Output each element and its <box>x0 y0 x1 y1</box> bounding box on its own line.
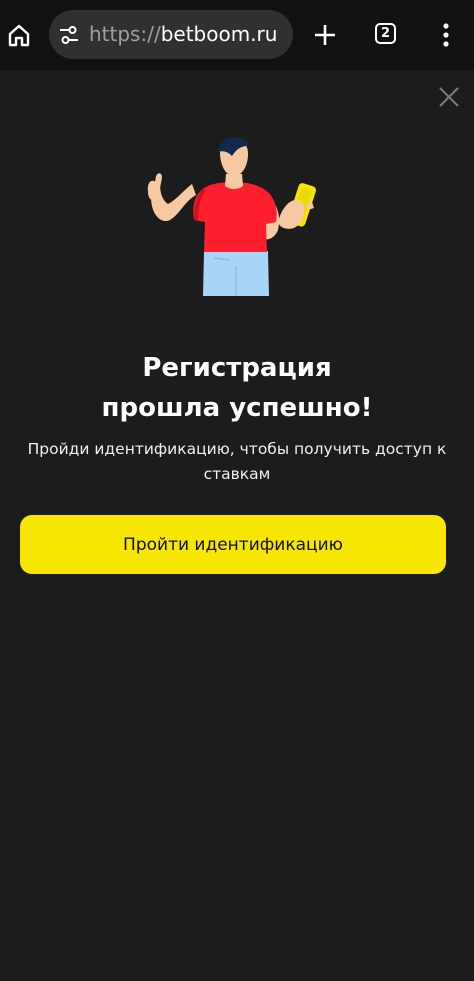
url-host: betboom.ru <box>160 22 278 46</box>
browser-toolbar: https://betboom.ru 2 <box>0 0 474 70</box>
close-icon[interactable] <box>437 85 461 109</box>
title-line-2: прошла успешно! <box>101 393 373 423</box>
tab-switcher-icon[interactable]: 2 <box>375 23 396 44</box>
tab-count: 2 <box>380 26 391 41</box>
site-settings-icon[interactable] <box>59 25 79 45</box>
success-illustration <box>147 138 316 296</box>
subtitle-text: Пройди идентификацию, чтобы получить дос… <box>27 440 447 483</box>
home-icon <box>8 24 30 47</box>
url-scheme: https:// <box>89 22 161 46</box>
start-identification-button[interactable]: Пройти идентификацию <box>20 515 446 574</box>
address-bar[interactable]: https://betboom.ru <box>49 10 293 59</box>
url-text: https://betboom.ru <box>89 22 277 46</box>
more-vert-icon[interactable] <box>438 22 454 48</box>
page-title: Регистрация прошла успешно! <box>0 348 474 428</box>
home-button[interactable] <box>5 21 33 49</box>
plus-icon[interactable] <box>312 22 338 48</box>
title-line-1: Регистрация <box>142 353 332 383</box>
